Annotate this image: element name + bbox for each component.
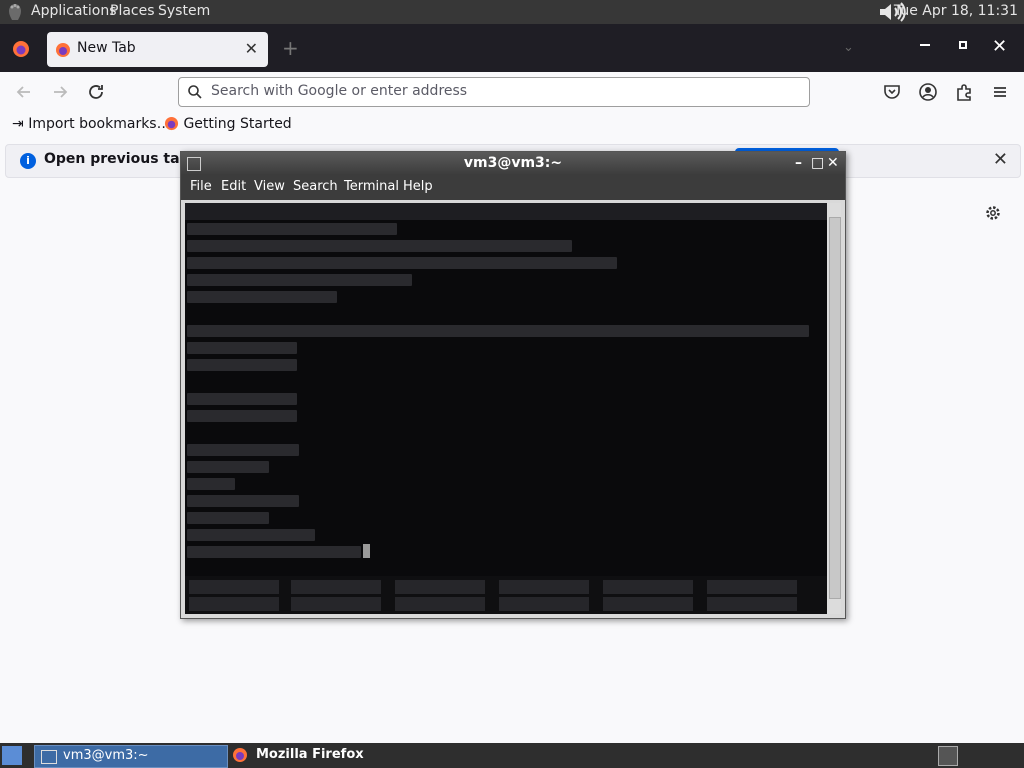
taskbar-terminal-label: vm3@vm3:~ (63, 748, 149, 763)
bookmark-import[interactable]: ⇥ Import bookmarks… (12, 116, 171, 132)
address-bar[interactable]: Search with Google or enter address (178, 77, 810, 107)
applications-menu[interactable]: Applications (31, 3, 117, 19)
terminal-line (187, 325, 809, 337)
terminal-menu-view[interactable]: View (254, 179, 285, 194)
nano-shortcut (395, 597, 485, 611)
terminal-icon (41, 750, 57, 764)
nano-shortcut (189, 597, 279, 611)
firefox-icon (233, 748, 247, 762)
workspace-switcher[interactable] (938, 746, 958, 766)
nano-shortcut (395, 580, 485, 594)
gear-icon[interactable] (984, 204, 1002, 222)
terminal-titlebar[interactable]: vm3@vm3:~ – □ ✕ (181, 152, 845, 174)
terminal-line (187, 291, 337, 303)
nano-shortcut (603, 580, 693, 594)
bookmark-getting-started-label: Getting Started (183, 116, 292, 132)
terminal-maximize-icon[interactable]: □ (811, 155, 824, 171)
nano-shortcut (707, 580, 797, 594)
terminal-line (187, 495, 299, 507)
nano-status-bar (185, 203, 827, 220)
close-tab-icon[interactable]: ✕ (245, 39, 258, 58)
firefox-tabbar: New Tab ✕ + ⌄ ✕ (0, 24, 1024, 72)
terminal-line (187, 444, 299, 456)
nano-shortcut (707, 597, 797, 611)
close-window-icon[interactable]: ✕ (992, 36, 1007, 57)
terminal-title: vm3@vm3:~ (463, 155, 563, 171)
tab-new-tab[interactable]: New Tab ✕ (47, 32, 268, 67)
taskbar-item-firefox[interactable]: Mozilla Firefox (228, 745, 428, 766)
terminal-line (187, 512, 269, 524)
pocket-icon[interactable] (880, 80, 904, 104)
firefox-favicon-icon (164, 116, 179, 131)
close-notification-icon[interactable]: ✕ (993, 149, 1008, 170)
terminal-line (187, 342, 297, 354)
terminal-menu-terminal[interactable]: Terminal (344, 179, 399, 194)
nano-shortcut (499, 580, 589, 594)
info-icon: i (20, 153, 36, 169)
address-placeholder: Search with Google or enter address (211, 83, 468, 99)
terminal-line (187, 546, 361, 558)
terminal-window: vm3@vm3:~ – □ ✕ File Edit View Search Te… (180, 151, 846, 619)
terminal-screen[interactable] (185, 203, 827, 614)
search-icon (188, 85, 202, 99)
terminal-line (187, 257, 617, 269)
nano-shortcut (603, 597, 693, 611)
minimize-window-icon[interactable] (918, 38, 932, 52)
import-icon: ⇥ (12, 116, 24, 132)
terminal-cursor (363, 544, 370, 558)
nano-shortcut (291, 597, 381, 611)
nano-shortcut (291, 580, 381, 594)
terminal-line (187, 274, 412, 286)
terminal-menubar: File Edit View Search Terminal Help (181, 174, 845, 200)
terminal-menu-search[interactable]: Search (293, 179, 338, 194)
back-icon[interactable] (12, 80, 36, 104)
clock[interactable]: Tue Apr 18, 11:31 (894, 3, 1018, 19)
tab-title: New Tab (77, 40, 136, 56)
bookmark-getting-started[interactable]: Getting Started (164, 116, 292, 132)
firefox-view-icon[interactable] (12, 40, 30, 58)
nano-shortcut-bar (185, 576, 827, 614)
terminal-line (187, 410, 297, 422)
show-desktop-icon[interactable] (2, 746, 22, 765)
system-menu[interactable]: System (158, 3, 210, 19)
terminal-line (187, 223, 397, 235)
navigation-bar: Search with Google or enter address (0, 72, 1024, 112)
terminal-scrollbar[interactable] (827, 203, 841, 614)
terminal-menu-file[interactable]: File (190, 179, 212, 194)
taskbar-item-terminal[interactable]: vm3@vm3:~ (34, 745, 228, 768)
nano-shortcut (189, 580, 279, 594)
terminal-line (187, 461, 269, 473)
terminal-line (187, 529, 315, 541)
terminal-line (187, 393, 297, 405)
bookmark-import-label: Import bookmarks… (28, 116, 171, 132)
gnome-foot-icon[interactable] (4, 1, 26, 23)
nano-shortcut (499, 597, 589, 611)
terminal-line (187, 359, 297, 371)
bookmarks-toolbar: ⇥ Import bookmarks… Getting Started (0, 112, 1024, 142)
new-tab-button[interactable]: + (282, 36, 299, 60)
reload-icon[interactable] (84, 80, 108, 104)
places-menu[interactable]: Places (110, 3, 155, 19)
terminal-close-icon[interactable]: ✕ (827, 155, 839, 171)
terminal-line (187, 478, 235, 490)
maximize-window-icon[interactable] (956, 38, 970, 52)
account-icon[interactable] (916, 80, 940, 104)
firefox-favicon-icon (56, 43, 70, 57)
terminal-scrollbar-thumb[interactable] (829, 217, 841, 599)
terminal-menu-help[interactable]: Help (403, 179, 433, 194)
forward-icon[interactable] (48, 80, 72, 104)
taskbar-firefox-label: Mozilla Firefox (256, 747, 364, 762)
extensions-icon[interactable] (952, 80, 976, 104)
bottom-taskbar: vm3@vm3:~ Mozilla Firefox (0, 743, 1024, 768)
terminal-menu-edit[interactable]: Edit (221, 179, 246, 194)
menu-icon[interactable] (988, 80, 1012, 104)
terminal-line (187, 240, 572, 252)
terminal-minimize-icon[interactable]: – (795, 155, 802, 171)
list-all-tabs-icon[interactable]: ⌄ (843, 40, 854, 55)
top-panel: Applications Places System Tue Apr 18, 1… (0, 0, 1024, 24)
